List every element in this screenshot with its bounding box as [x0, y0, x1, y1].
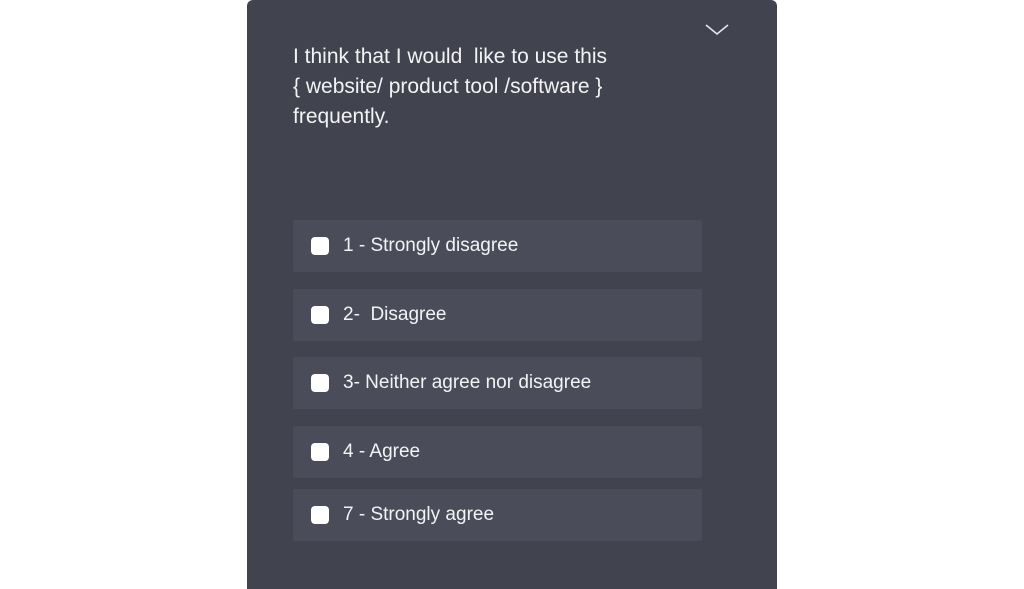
option-agree[interactable]: 4 - Agree	[293, 426, 702, 478]
question-text: I think that I would like to use this { …	[293, 45, 607, 128]
collapse-toggle-button[interactable]	[704, 22, 730, 38]
checkbox[interactable]	[311, 306, 329, 324]
option-label: 7 - Strongly agree	[343, 504, 495, 525]
checkbox[interactable]	[311, 237, 329, 255]
chevron-down-icon	[705, 24, 729, 36]
option-label: 2- Disagree	[343, 304, 447, 325]
checkbox[interactable]	[311, 374, 329, 392]
option-label: 3- Neither agree nor disagree	[343, 372, 592, 393]
option-disagree[interactable]: 2- Disagree	[293, 289, 702, 341]
option-label: 1 - Strongly disagree	[343, 235, 519, 256]
survey-question-card: I think that I would like to use this { …	[247, 0, 777, 589]
checkbox[interactable]	[311, 506, 329, 524]
checkbox[interactable]	[311, 443, 329, 461]
option-strongly-disagree[interactable]: 1 - Strongly disagree	[293, 220, 702, 272]
option-neither[interactable]: 3- Neither agree nor disagree	[293, 357, 702, 409]
option-label: 4 - Agree	[343, 441, 421, 462]
option-strongly-agree[interactable]: 7 - Strongly agree	[293, 489, 702, 541]
